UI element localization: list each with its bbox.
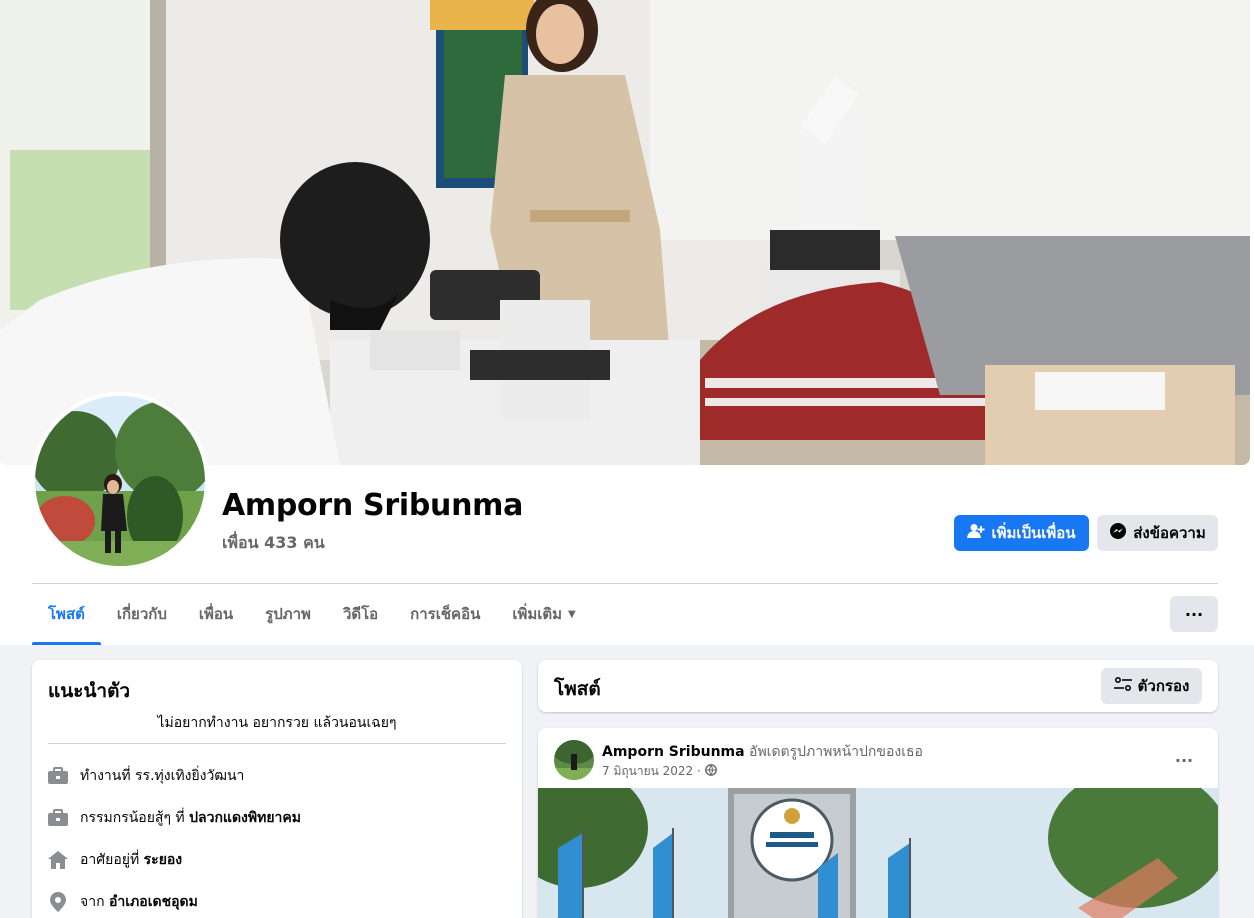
profile-name: Amporn Sribunma [222, 488, 524, 523]
post-options-button[interactable]: ··· [1166, 742, 1202, 778]
post-card: Amporn Sribunma อัพเดตรูปภาพหน้าปกของเธอ… [538, 728, 1218, 918]
intro-divider [48, 743, 506, 744]
tab-videos[interactable]: วิดีโอ [327, 585, 394, 643]
globe-icon [704, 764, 717, 779]
intro-work-text: ทำงานที่ รร.ทุ่งเทิงยิ่งวัฒนา [80, 768, 245, 784]
intro-home-place[interactable]: ระยอง [144, 852, 183, 868]
post-author-avatar[interactable] [554, 740, 594, 780]
tab-label: วิดีโอ [342, 605, 379, 623]
intro-work-row: ทำงานที่ รร.ทุ่งเทิงยิ่งวัฒนา [48, 765, 244, 787]
tab-label: การเช็คอิน [410, 605, 481, 623]
post-date[interactable]: 7 มิถุนายน 2022 · [602, 762, 701, 781]
intro-work-prefix: กรรมกรน้อยสู้ๆ ที่ [80, 810, 190, 826]
messenger-icon [1109, 522, 1127, 544]
filter-button[interactable]: ตัวกรอง [1101, 668, 1202, 704]
intro-work-row: กรรมกรน้อยสู้ๆ ที่ ปลวกแดงพิทยาคม [48, 807, 301, 829]
tab-label: โพสต์ [48, 605, 85, 623]
profile-more-button[interactable]: ··· [1170, 596, 1218, 632]
send-message-button[interactable]: ส่งข้อความ [1097, 515, 1218, 551]
posts-title: โพสต์ [554, 678, 601, 700]
briefcase-icon [48, 808, 68, 828]
bio-text: ไม่อยากทำงาน อยากรวย แล้วนอนเฉยๆ [157, 715, 397, 731]
add-friend-button[interactable]: เพิ่มเป็นเพื่อน [954, 515, 1089, 551]
cover-photo[interactable] [0, 0, 1250, 465]
tab-about[interactable]: เกี่ยวกับ [101, 585, 183, 643]
intro-card: แนะนำตัว ไม่อยากทำงาน อยากรวย แล้วนอนเฉย… [32, 660, 522, 918]
profile-avatar[interactable] [31, 392, 209, 570]
intro-from-place[interactable]: อำเภอเดชอุดม [109, 894, 198, 910]
tab-label: รูปภาพ [265, 605, 311, 623]
post-action-text: อัพเดตรูปภาพหน้าปกของเธอ [744, 744, 923, 760]
intro-home-prefix: อาศัยอยู่ที่ [80, 852, 144, 868]
tab-checkins[interactable]: การเช็คอิน [394, 585, 496, 643]
tab-posts[interactable]: โพสต์ [32, 585, 101, 645]
intro-home-row: อาศัยอยู่ที่ ระยอง [48, 849, 182, 871]
posts-header-card: โพสต์ ตัวกรอง [538, 660, 1218, 712]
tab-photos[interactable]: รูปภาพ [249, 585, 327, 643]
intro-from-row: จาก อำเภอเดชอุดม [48, 891, 198, 913]
home-icon [48, 850, 68, 870]
post-header-text: Amporn Sribunma อัพเดตรูปภาพหน้าปกของเธอ [602, 741, 923, 763]
friend-count[interactable]: เพื่อน 433 คน [222, 531, 325, 556]
add-friend-label: เพิ่มเป็นเพื่อน [991, 524, 1076, 542]
tab-friends[interactable]: เพื่อน [183, 585, 249, 643]
post-author-name[interactable]: Amporn Sribunma [602, 744, 745, 760]
tab-label: เกี่ยวกับ [116, 605, 167, 623]
intro-from-prefix: จาก [80, 894, 109, 910]
post-meta: 7 มิถุนายน 2022 · [602, 762, 717, 781]
filter-icon [1113, 676, 1132, 696]
briefcase-icon [48, 766, 68, 786]
tab-label: เพิ่มเติม [512, 605, 563, 623]
send-message-label: ส่งข้อความ [1133, 524, 1206, 542]
header-divider [32, 583, 1218, 584]
profile-tabs: โพสต์ เกี่ยวกับ เพื่อน รูปภาพ วิดีโอ การ… [32, 585, 592, 645]
intro-work-place[interactable]: ปลวกแดงพิทยาคม [189, 810, 301, 826]
tab-label: เพื่อน [198, 605, 234, 623]
filter-label: ตัวกรอง [1137, 677, 1190, 695]
caret-down-icon: ▼ [568, 608, 576, 620]
location-pin-icon [48, 892, 68, 912]
post-image[interactable] [538, 788, 1218, 918]
intro-title: แนะนำตัว [48, 680, 131, 702]
add-friend-icon [967, 523, 985, 543]
tab-more[interactable]: เพิ่มเติม ▼ [496, 585, 591, 643]
